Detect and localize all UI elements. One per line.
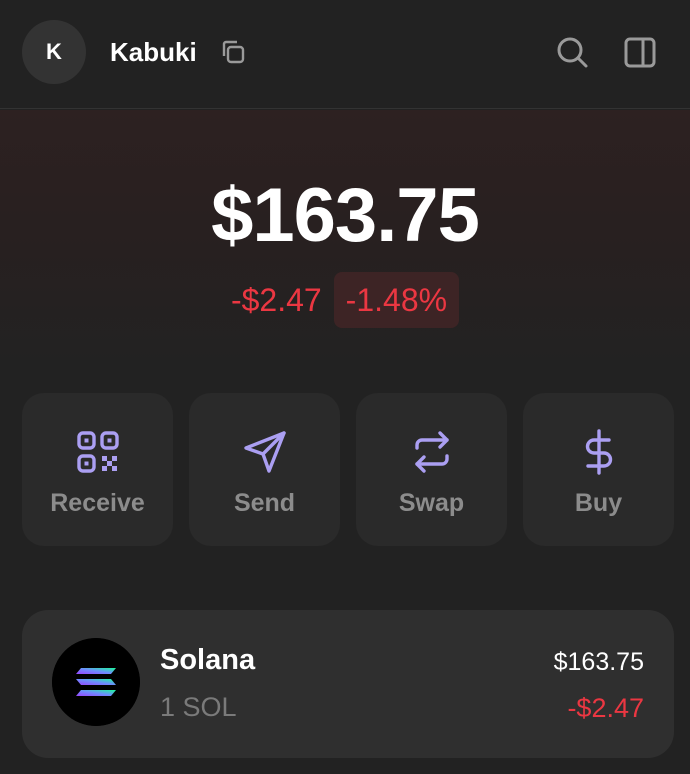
swap-label: Swap: [398, 489, 465, 517]
send-arrow-icon: [243, 431, 286, 473]
swap-icon: [414, 431, 449, 473]
balance-change-value: -$2.47: [230, 282, 322, 318]
token-name: Solana: [160, 644, 256, 676]
wallet-home: K Kabuki $163.75 -$2.47 -1.48% Receive S…: [0, 0, 690, 774]
solana-logo-icon: [52, 638, 140, 726]
header: K Kabuki: [0, 0, 690, 109]
send-label: Send: [233, 489, 296, 517]
dollar-icon: [585, 429, 612, 475]
total-balance: $163.75: [211, 173, 480, 258]
buy-label: Buy: [574, 489, 623, 517]
receive-label: Receive: [50, 489, 145, 517]
balance-change-row: -$2.47 -1.48%: [0, 272, 690, 328]
token-value: $163.75: [553, 648, 644, 676]
token-row-solana[interactable]: Solana 1 SOL $163.75 -$2.47: [22, 610, 674, 758]
action-buttons: Receive Send Swap Buy: [22, 393, 674, 546]
balance-change-percent-badge: -1.48%: [333, 272, 460, 328]
send-button[interactable]: Send: [189, 393, 340, 546]
sidebar-toggle-icon[interactable]: [622, 34, 658, 70]
buy-button[interactable]: Buy: [523, 393, 674, 546]
token-amount: 1 SOL: [160, 692, 237, 722]
account-name[interactable]: Kabuki: [110, 35, 197, 69]
swap-button[interactable]: Swap: [356, 393, 507, 546]
copy-icon[interactable]: [219, 38, 247, 66]
token-change: -$2.47: [567, 693, 644, 723]
qr-code-icon: [76, 431, 119, 473]
account-avatar[interactable]: K: [22, 20, 86, 84]
receive-button[interactable]: Receive: [22, 393, 173, 546]
search-icon[interactable]: [554, 34, 590, 70]
